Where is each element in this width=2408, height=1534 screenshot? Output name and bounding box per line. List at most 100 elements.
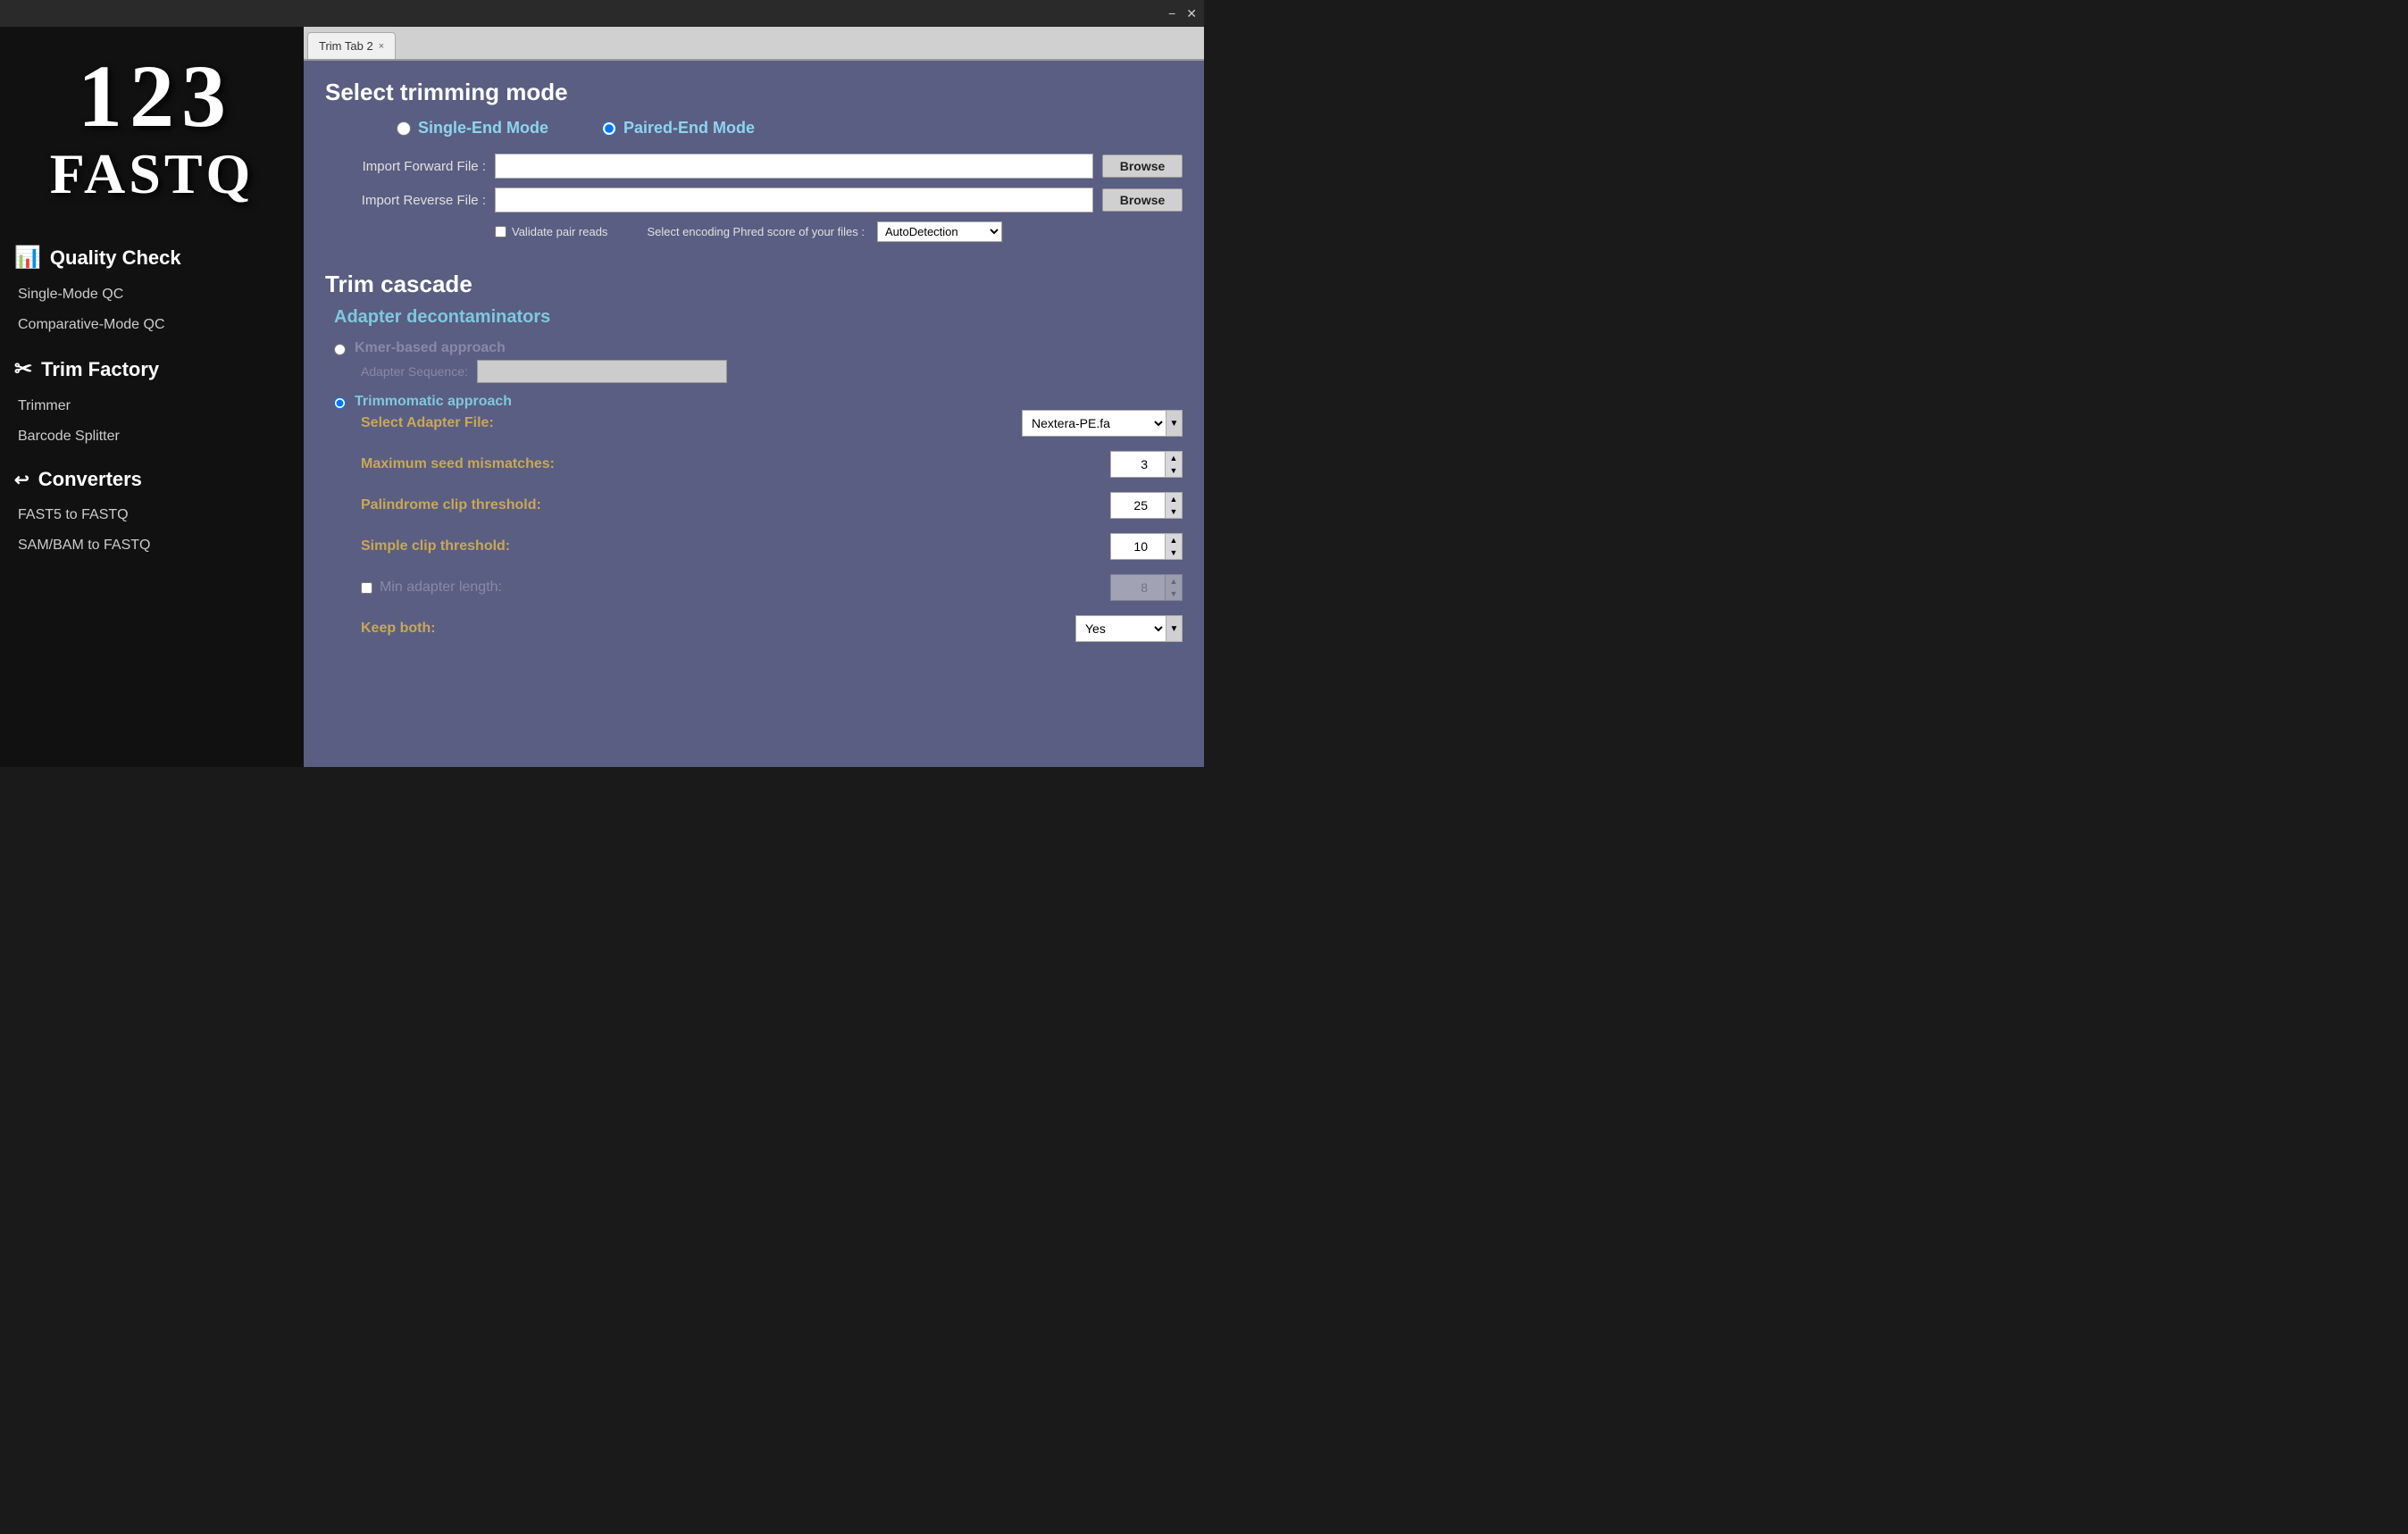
sidebar-item-single-mode-qc[interactable]: Single-Mode QC (0, 279, 304, 310)
min-adapter-checkbox[interactable] (361, 582, 372, 594)
logo-container: 1 2 3 FASTQ (50, 52, 255, 207)
max-seed-down-button[interactable]: ▼ (1166, 464, 1182, 477)
bar-chart-icon: 📊 (14, 245, 41, 271)
trimmomatic-approach-row: Trimmomatic approach Select Adapter File… (334, 394, 1183, 656)
trim-cascade-title: Trim cascade (325, 271, 1183, 298)
palindrome-row: Palindrome clip threshold: ▲ ▼ (361, 492, 1183, 519)
sidebar-section-trim-factory: ✂ Trim Factory Trimmer Barcode Splitter (0, 344, 304, 455)
forward-file-input[interactable] (495, 154, 1093, 179)
title-bar: − ✕ (0, 0, 1204, 27)
palindrome-spin-buttons: ▲ ▼ (1165, 493, 1182, 518)
keep-both-label: Keep both: (361, 621, 1075, 637)
trimmomatic-approach-radio[interactable] (334, 397, 346, 409)
reverse-file-label: Import Reverse File : (325, 193, 486, 208)
trim-factory-header[interactable]: ✂ Trim Factory (0, 347, 304, 391)
sidebar: 1 2 3 FASTQ 📊 Quality Check Single-Mode … (0, 27, 304, 767)
minimize-button[interactable]: − (1168, 7, 1175, 20)
logo-area: 1 2 3 FASTQ (0, 27, 304, 232)
sidebar-item-barcode-splitter[interactable]: Barcode Splitter (0, 421, 304, 452)
max-seed-spinbox: ▲ ▼ (1110, 451, 1183, 478)
reverse-file-row: Import Reverse File : Browse (325, 188, 1183, 213)
paired-end-mode-label[interactable]: Paired-End Mode (602, 119, 755, 138)
close-button[interactable]: ✕ (1186, 7, 1197, 20)
adapter-seq-row: Adapter Sequence: (361, 360, 1183, 383)
tab-bar: Trim Tab 2 × (304, 27, 1204, 61)
sidebar-section-quality-check: 📊 Quality Check Single-Mode QC Comparati… (0, 232, 304, 344)
simple-clip-down-button[interactable]: ▼ (1166, 546, 1182, 559)
options-row: Validate pair reads Select encoding Phre… (495, 221, 1183, 242)
single-end-radio[interactable] (397, 121, 411, 136)
forward-file-label: Import Forward File : (325, 159, 486, 174)
adapter-seq-label: Adapter Sequence: (361, 364, 468, 379)
min-adapter-spinbox: ▲ ▼ (1110, 574, 1183, 601)
validate-pair-reads-checkbox[interactable] (495, 226, 506, 238)
single-end-mode-label[interactable]: Single-End Mode (397, 119, 548, 138)
keep-both-select[interactable]: Yes No (1076, 616, 1166, 641)
kmer-approach-radio[interactable] (334, 344, 346, 355)
adapter-file-row: Select Adapter File: Nextera-PE.fa TruSe… (361, 410, 1183, 437)
simple-clip-input[interactable] (1111, 534, 1165, 559)
converters-label: Converters (38, 468, 142, 491)
adapter-decontaminators-title: Adapter decontaminators (334, 307, 1183, 328)
main-content: Trim Tab 2 × Select trimming mode Single… (304, 27, 1204, 767)
paired-end-radio[interactable] (602, 121, 616, 136)
adapter-file-label: Select Adapter File: (361, 415, 1022, 431)
scissors-icon: ✂ (14, 356, 32, 382)
sidebar-item-comparative-mode-qc[interactable]: Comparative-Mode QC (0, 310, 304, 340)
simple-clip-up-button[interactable]: ▲ (1166, 534, 1182, 546)
forward-file-row: Import Forward File : Browse (325, 154, 1183, 179)
kmer-approach-row: Kmer-based approach Adapter Sequence: (334, 340, 1183, 383)
forward-browse-button[interactable]: Browse (1102, 154, 1183, 178)
convert-icon: ↩ (14, 469, 29, 491)
tab-label: Trim Tab 2 (319, 39, 373, 53)
trim-tab-2[interactable]: Trim Tab 2 × (307, 32, 396, 59)
quality-check-header[interactable]: 📊 Quality Check (0, 236, 304, 279)
keep-both-row: Keep both: Yes No ▼ (361, 615, 1183, 642)
sidebar-section-converters: ↩ Converters FAST5 to FASTQ SAM/BAM to F… (0, 455, 304, 564)
min-adapter-label: Min adapter length: (380, 579, 1110, 596)
reverse-browse-button[interactable]: Browse (1102, 188, 1183, 212)
simple-clip-spinbox: ▲ ▼ (1110, 533, 1183, 560)
keep-both-arrow: ▼ (1166, 616, 1182, 641)
logo-name: FASTQ (50, 141, 255, 207)
trim-cascade-section: Trim cascade Adapter decontaminators Kme… (304, 256, 1204, 681)
trim-factory-label: Trim Factory (41, 358, 159, 381)
min-adapter-down-button[interactable]: ▼ (1166, 588, 1182, 600)
phred-score-label: Select encoding Phred score of your file… (647, 225, 865, 238)
converters-header[interactable]: ↩ Converters (0, 459, 304, 500)
quality-check-label: Quality Check (50, 246, 181, 270)
sidebar-item-trimmer[interactable]: Trimmer (0, 391, 304, 421)
tab-close-button[interactable]: × (379, 41, 384, 52)
kmer-approach-label: Kmer-based approach (355, 340, 506, 356)
max-seed-spin-buttons: ▲ ▼ (1165, 452, 1182, 477)
trimming-mode-title: Select trimming mode (325, 79, 1183, 106)
simple-clip-row: Simple clip threshold: ▲ ▼ (361, 533, 1183, 560)
max-seed-row: Maximum seed mismatches: ▲ ▼ (361, 451, 1183, 478)
max-seed-up-button[interactable]: ▲ (1166, 452, 1182, 464)
simple-clip-label: Simple clip threshold: (361, 538, 1110, 554)
max-seed-input[interactable] (1111, 452, 1165, 477)
adapter-seq-input[interactable] (477, 360, 727, 383)
trimmomatic-approach-label: Trimmomatic approach (355, 394, 512, 410)
sidebar-item-sambam-fastq[interactable]: SAM/BAM to FASTQ (0, 530, 304, 561)
validate-pair-reads-label[interactable]: Validate pair reads (495, 225, 607, 238)
sidebar-item-fast5-fastq[interactable]: FAST5 to FASTQ (0, 500, 304, 530)
adapter-file-select[interactable]: Nextera-PE.fa TruSeq2-PE.fa TruSeq3-PE.f… (1023, 411, 1166, 436)
trimming-mode-radio-row: Single-End Mode Paired-End Mode (397, 119, 1183, 138)
min-adapter-up-button[interactable]: ▲ (1166, 575, 1182, 588)
min-adapter-input[interactable] (1111, 575, 1165, 600)
min-adapter-row: Min adapter length: ▲ ▼ (361, 574, 1183, 601)
main-panel[interactable]: Select trimming mode Single-End Mode Pai… (304, 61, 1204, 767)
simple-clip-spin-buttons: ▲ ▼ (1165, 534, 1182, 559)
min-adapter-spin-buttons: ▲ ▼ (1165, 575, 1182, 600)
phred-select[interactable]: AutoDetection Phred+33 Phred+64 (877, 221, 1002, 242)
palindrome-spinbox: ▲ ▼ (1110, 492, 1183, 519)
reverse-file-input[interactable] (495, 188, 1093, 213)
adapter-select-arrow: ▼ (1166, 411, 1182, 436)
max-seed-label: Maximum seed mismatches: (361, 456, 1110, 472)
trimming-mode-section: Select trimming mode Single-End Mode Pai… (304, 61, 1204, 256)
palindrome-up-button[interactable]: ▲ (1166, 493, 1182, 505)
palindrome-input[interactable] (1111, 493, 1165, 518)
palindrome-label: Palindrome clip threshold: (361, 497, 1110, 513)
palindrome-down-button[interactable]: ▼ (1166, 505, 1182, 518)
